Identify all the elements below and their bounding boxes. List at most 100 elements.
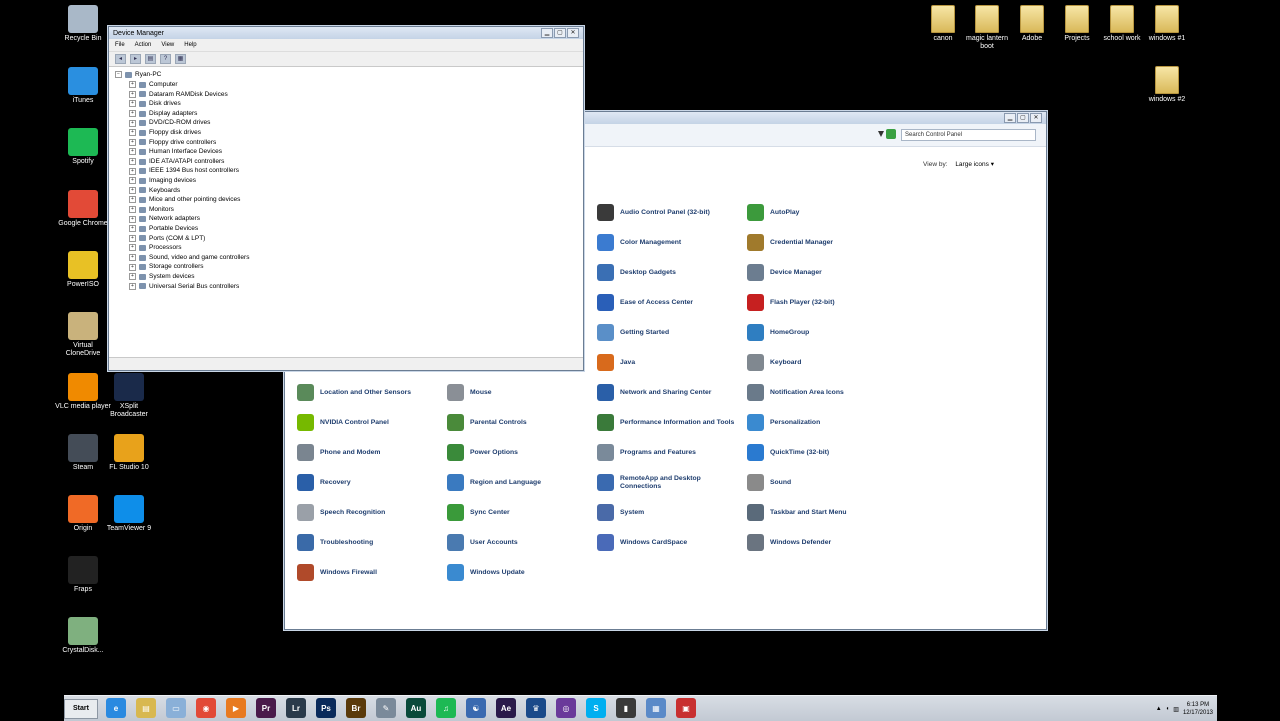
expand-icon[interactable]: + bbox=[129, 177, 136, 185]
cp-item[interactable]: Phone and Modem bbox=[297, 444, 437, 461]
device-manager-titlebar[interactable]: Device Manager ▁ ▢ ✕ bbox=[109, 27, 583, 39]
cp-item[interactable]: AutoPlay bbox=[747, 204, 887, 221]
maximize-button[interactable]: ▢ bbox=[1017, 113, 1029, 123]
taskbar-app-internet-explorer[interactable]: e bbox=[106, 698, 126, 718]
expand-icon[interactable]: + bbox=[129, 225, 136, 233]
cp-item[interactable]: Parental Controls bbox=[447, 414, 587, 431]
tree-node[interactable]: + Mice and other pointing devices bbox=[129, 195, 240, 205]
menu-action[interactable]: Action bbox=[135, 42, 152, 48]
tree-node[interactable]: + Monitors bbox=[129, 205, 174, 215]
maximize-button[interactable]: ▢ bbox=[554, 28, 566, 38]
desktop-icon-poweriso[interactable]: PowerISO bbox=[55, 251, 111, 289]
forward-icon[interactable]: ▸ bbox=[130, 54, 141, 64]
expand-icon[interactable]: + bbox=[129, 186, 136, 194]
tree-node[interactable]: + DVD/CD-ROM drives bbox=[129, 118, 210, 128]
collapse-icon[interactable]: − bbox=[115, 71, 122, 79]
cp-item[interactable]: Recovery bbox=[297, 474, 437, 491]
cp-item[interactable]: Programs and Features bbox=[597, 444, 737, 461]
back-icon[interactable]: ◂ bbox=[115, 54, 126, 64]
taskbar-app-skype[interactable]: S bbox=[586, 698, 606, 718]
desktop-icon-virtual-clonedrive[interactable]: Virtual CloneDrive bbox=[55, 312, 111, 358]
expand-icon[interactable]: + bbox=[129, 282, 136, 290]
cp-item[interactable]: QuickTime (32-bit) bbox=[747, 444, 887, 461]
start-button[interactable]: Start bbox=[64, 699, 98, 719]
taskbar-app-spotify[interactable]: ♫ bbox=[436, 698, 456, 718]
taskbar-app-tool[interactable]: ✎ bbox=[376, 698, 396, 718]
expand-icon[interactable]: + bbox=[129, 215, 136, 223]
view-by-select[interactable]: Large icons ▾ bbox=[955, 161, 994, 168]
tree-node[interactable]: + Imaging devices bbox=[129, 176, 196, 186]
cp-item[interactable]: Personalization bbox=[747, 414, 887, 431]
expand-icon[interactable]: + bbox=[129, 167, 136, 175]
cp-item[interactable]: Notification Area Icons bbox=[747, 384, 887, 401]
tray-arrow-icon[interactable]: ▲ bbox=[1156, 706, 1162, 712]
cp-item[interactable]: Network and Sharing Center bbox=[597, 384, 737, 401]
cp-item[interactable]: Location and Other Sensors bbox=[297, 384, 437, 401]
tree-node[interactable]: + Human Interface Devices bbox=[129, 147, 222, 157]
expand-icon[interactable]: + bbox=[129, 138, 136, 146]
dropdown-arrow-icon[interactable] bbox=[878, 131, 884, 137]
cp-item[interactable]: Windows Firewall bbox=[297, 564, 437, 581]
expand-icon[interactable]: + bbox=[129, 81, 136, 89]
expand-icon[interactable]: + bbox=[129, 129, 136, 137]
desktop-folder-windows-2[interactable]: windows #2 bbox=[1139, 66, 1195, 104]
cp-item[interactable]: Performance Information and Tools bbox=[597, 414, 737, 431]
expand-icon[interactable]: + bbox=[129, 90, 136, 98]
expand-icon[interactable]: + bbox=[129, 158, 136, 166]
cp-item[interactable]: Windows Defender bbox=[747, 534, 887, 551]
taskbar-app-spiral-app[interactable]: ◎ bbox=[556, 698, 576, 718]
expand-icon[interactable]: + bbox=[129, 263, 136, 271]
cp-item[interactable]: Mouse bbox=[447, 384, 587, 401]
tree-node[interactable]: + Display adapters bbox=[129, 109, 197, 119]
tree-node[interactable]: + Floppy disk drives bbox=[129, 128, 201, 138]
search-input[interactable]: Search Control Panel bbox=[901, 129, 1036, 141]
tree-node[interactable]: + Universal Serial Bus controllers bbox=[129, 282, 239, 292]
taskbar-app-after-effects[interactable]: Ae bbox=[496, 698, 516, 718]
cp-item[interactable]: Speech Recognition bbox=[297, 504, 437, 521]
expand-icon[interactable]: + bbox=[129, 119, 136, 127]
cp-item[interactable]: Windows Update bbox=[447, 564, 587, 581]
expand-icon[interactable]: + bbox=[129, 244, 136, 252]
network-tray-icon[interactable]: ▥ bbox=[1173, 706, 1179, 713]
taskbar-app-control-panel[interactable]: ▦ bbox=[646, 698, 666, 718]
minimize-button[interactable]: ▁ bbox=[1004, 113, 1016, 123]
cp-item[interactable]: Sync Center bbox=[447, 504, 587, 521]
cp-item[interactable]: Audio Control Panel (32-bit) bbox=[597, 204, 737, 221]
expand-icon[interactable]: + bbox=[129, 206, 136, 214]
refresh-icon[interactable] bbox=[886, 129, 896, 139]
properties-icon[interactable]: ▤ bbox=[145, 54, 156, 64]
tree-node[interactable]: + Processors bbox=[129, 243, 182, 253]
desktop-folder-windows-1[interactable]: windows #1 bbox=[1139, 5, 1195, 43]
volume-icon[interactable]: ◖ bbox=[1166, 706, 1170, 712]
taskbar-app-photoshop[interactable]: Ps bbox=[316, 698, 336, 718]
taskbar-app-gadget[interactable]: ▮ bbox=[616, 698, 636, 718]
tree-node[interactable]: + IEEE 1394 Bus host controllers bbox=[129, 166, 239, 176]
expand-icon[interactable]: + bbox=[129, 110, 136, 118]
desktop-icon-fl-studio[interactable]: FL Studio 10 bbox=[101, 434, 157, 472]
cp-item[interactable]: HomeGroup bbox=[747, 324, 887, 341]
taskbar-app-bridge[interactable]: Br bbox=[346, 698, 366, 718]
tree-node[interactable]: + Portable Devices bbox=[129, 224, 198, 234]
cp-item[interactable]: Desktop Gadgets bbox=[597, 264, 737, 281]
cp-item[interactable]: Credential Manager bbox=[747, 234, 887, 251]
expand-icon[interactable]: + bbox=[129, 234, 136, 242]
cp-item[interactable]: Ease of Access Center bbox=[597, 294, 737, 311]
cp-item[interactable]: Windows CardSpace bbox=[597, 534, 737, 551]
menu-file[interactable]: File bbox=[115, 42, 125, 48]
expand-icon[interactable]: + bbox=[129, 254, 136, 262]
cp-item[interactable]: Taskbar and Start Menu bbox=[747, 504, 887, 521]
expand-icon[interactable]: + bbox=[129, 100, 136, 108]
tree-node[interactable]: + Dataram RAMDisk Devices bbox=[129, 90, 228, 100]
cp-item[interactable]: Flash Player (32-bit) bbox=[747, 294, 887, 311]
menu-view[interactable]: View bbox=[161, 42, 174, 48]
cp-item[interactable]: Power Options bbox=[447, 444, 587, 461]
help-icon[interactable]: ? bbox=[160, 54, 171, 64]
close-button[interactable]: ✕ bbox=[567, 28, 579, 38]
cp-item[interactable]: Getting Started bbox=[597, 324, 737, 341]
cp-item[interactable]: Color Management bbox=[597, 234, 737, 251]
desktop-icon-google-chrome[interactable]: Google Chrome bbox=[55, 190, 111, 228]
desktop-icon-xsplit[interactable]: XSplit Broadcaster bbox=[101, 373, 157, 419]
desktop-icon-teamviewer[interactable]: TeamViewer 9 bbox=[101, 495, 157, 533]
cp-item[interactable]: Java bbox=[597, 354, 737, 371]
taskbar-app-library[interactable]: ▭ bbox=[166, 698, 186, 718]
